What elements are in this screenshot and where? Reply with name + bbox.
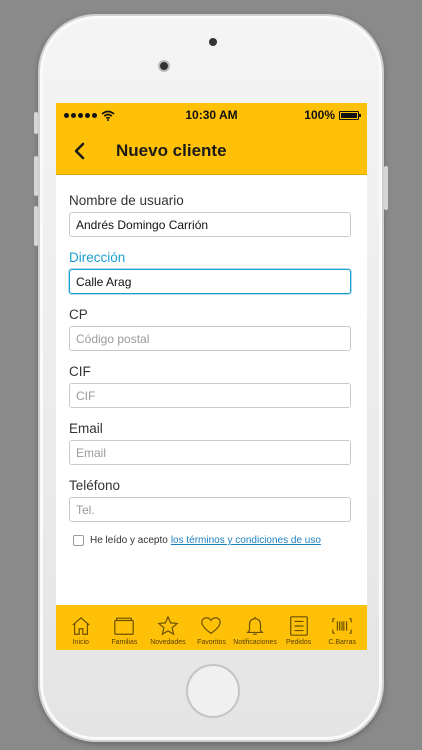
terms-link[interactable]: los términos y condiciones de uso [171,535,321,546]
tab-label-pedidos: Pedidos [285,639,312,646]
field-cif: CIF [69,364,353,408]
tab-label-favoritos: Favoritos [197,639,226,646]
email-label: Email [69,421,103,436]
tab-cbarras[interactable]: C.Barras [322,615,362,646]
client-form: Nombre de usuario Dirección CP CIF Email… [56,175,367,546]
cif-input[interactable] [69,383,351,408]
status-bar: 10:30 AM 100% [56,103,367,127]
home-button[interactable] [186,664,240,718]
terms-text: He leído y acepto [90,535,168,546]
battery-icon [339,110,361,120]
terms-row: He leído y acepto los términos y condici… [69,535,353,546]
battery-fill [341,112,357,118]
page-title: Nuevo cliente [116,140,227,160]
volume-down-button [34,206,38,246]
postal-code-input[interactable] [69,326,351,351]
heart-icon [201,617,222,635]
status-time: 10:30 AM [185,108,238,122]
username-input[interactable] [69,212,351,237]
tab-inicio[interactable]: Inicio [61,615,101,646]
tab-label-novedades: Novedades [150,639,186,646]
tab-label-cbarras: C.Barras [328,639,356,646]
folder-icon [114,617,135,635]
chevron-left-icon [74,142,85,159]
cif-label: CIF [69,364,91,379]
tab-notificaciones[interactable]: Notificaciones [233,615,277,646]
tab-label-familias: Familias [111,639,138,646]
tab-pedidos[interactable]: Pedidos [279,615,319,646]
terms-checkbox[interactable] [73,535,84,546]
tab-familias[interactable]: Familias [104,615,144,646]
field-phone: Teléfono [69,478,353,522]
phone-label: Teléfono [69,478,121,493]
tab-label-notificaciones: Notificaciones [233,639,277,646]
field-address: Dirección [69,250,353,294]
field-username: Nombre de usuario [69,193,353,237]
tab-favoritos[interactable]: Favoritos [191,615,231,646]
back-button[interactable] [68,140,90,162]
postal-code-label: CP [69,307,88,322]
tab-bar: Inicio Familias Novedades Favoritos Noti… [56,605,367,650]
list-icon [289,616,308,636]
tab-novedades[interactable]: Novedades [148,615,188,646]
username-label: Nombre de usuario [69,193,184,208]
front-camera [158,60,170,72]
bell-icon [246,616,264,635]
volume-up-button [34,156,38,196]
field-postal-code: CP [69,307,353,351]
proximity-sensor [209,38,217,46]
address-label: Dirección [69,250,126,265]
address-input[interactable] [69,269,351,294]
phone-input[interactable] [69,497,351,522]
star-icon [157,615,179,636]
nav-bar: Nuevo cliente [56,127,367,175]
mute-switch [34,112,38,134]
home-icon [72,616,90,635]
app-screen: 10:30 AM 100% Nuevo cliente Nombre de us… [56,103,367,650]
email-input[interactable] [69,440,351,465]
barcode-icon [332,618,352,634]
field-email: Email [69,421,353,465]
power-button [384,166,388,210]
tab-label-inicio: Inicio [72,639,89,646]
